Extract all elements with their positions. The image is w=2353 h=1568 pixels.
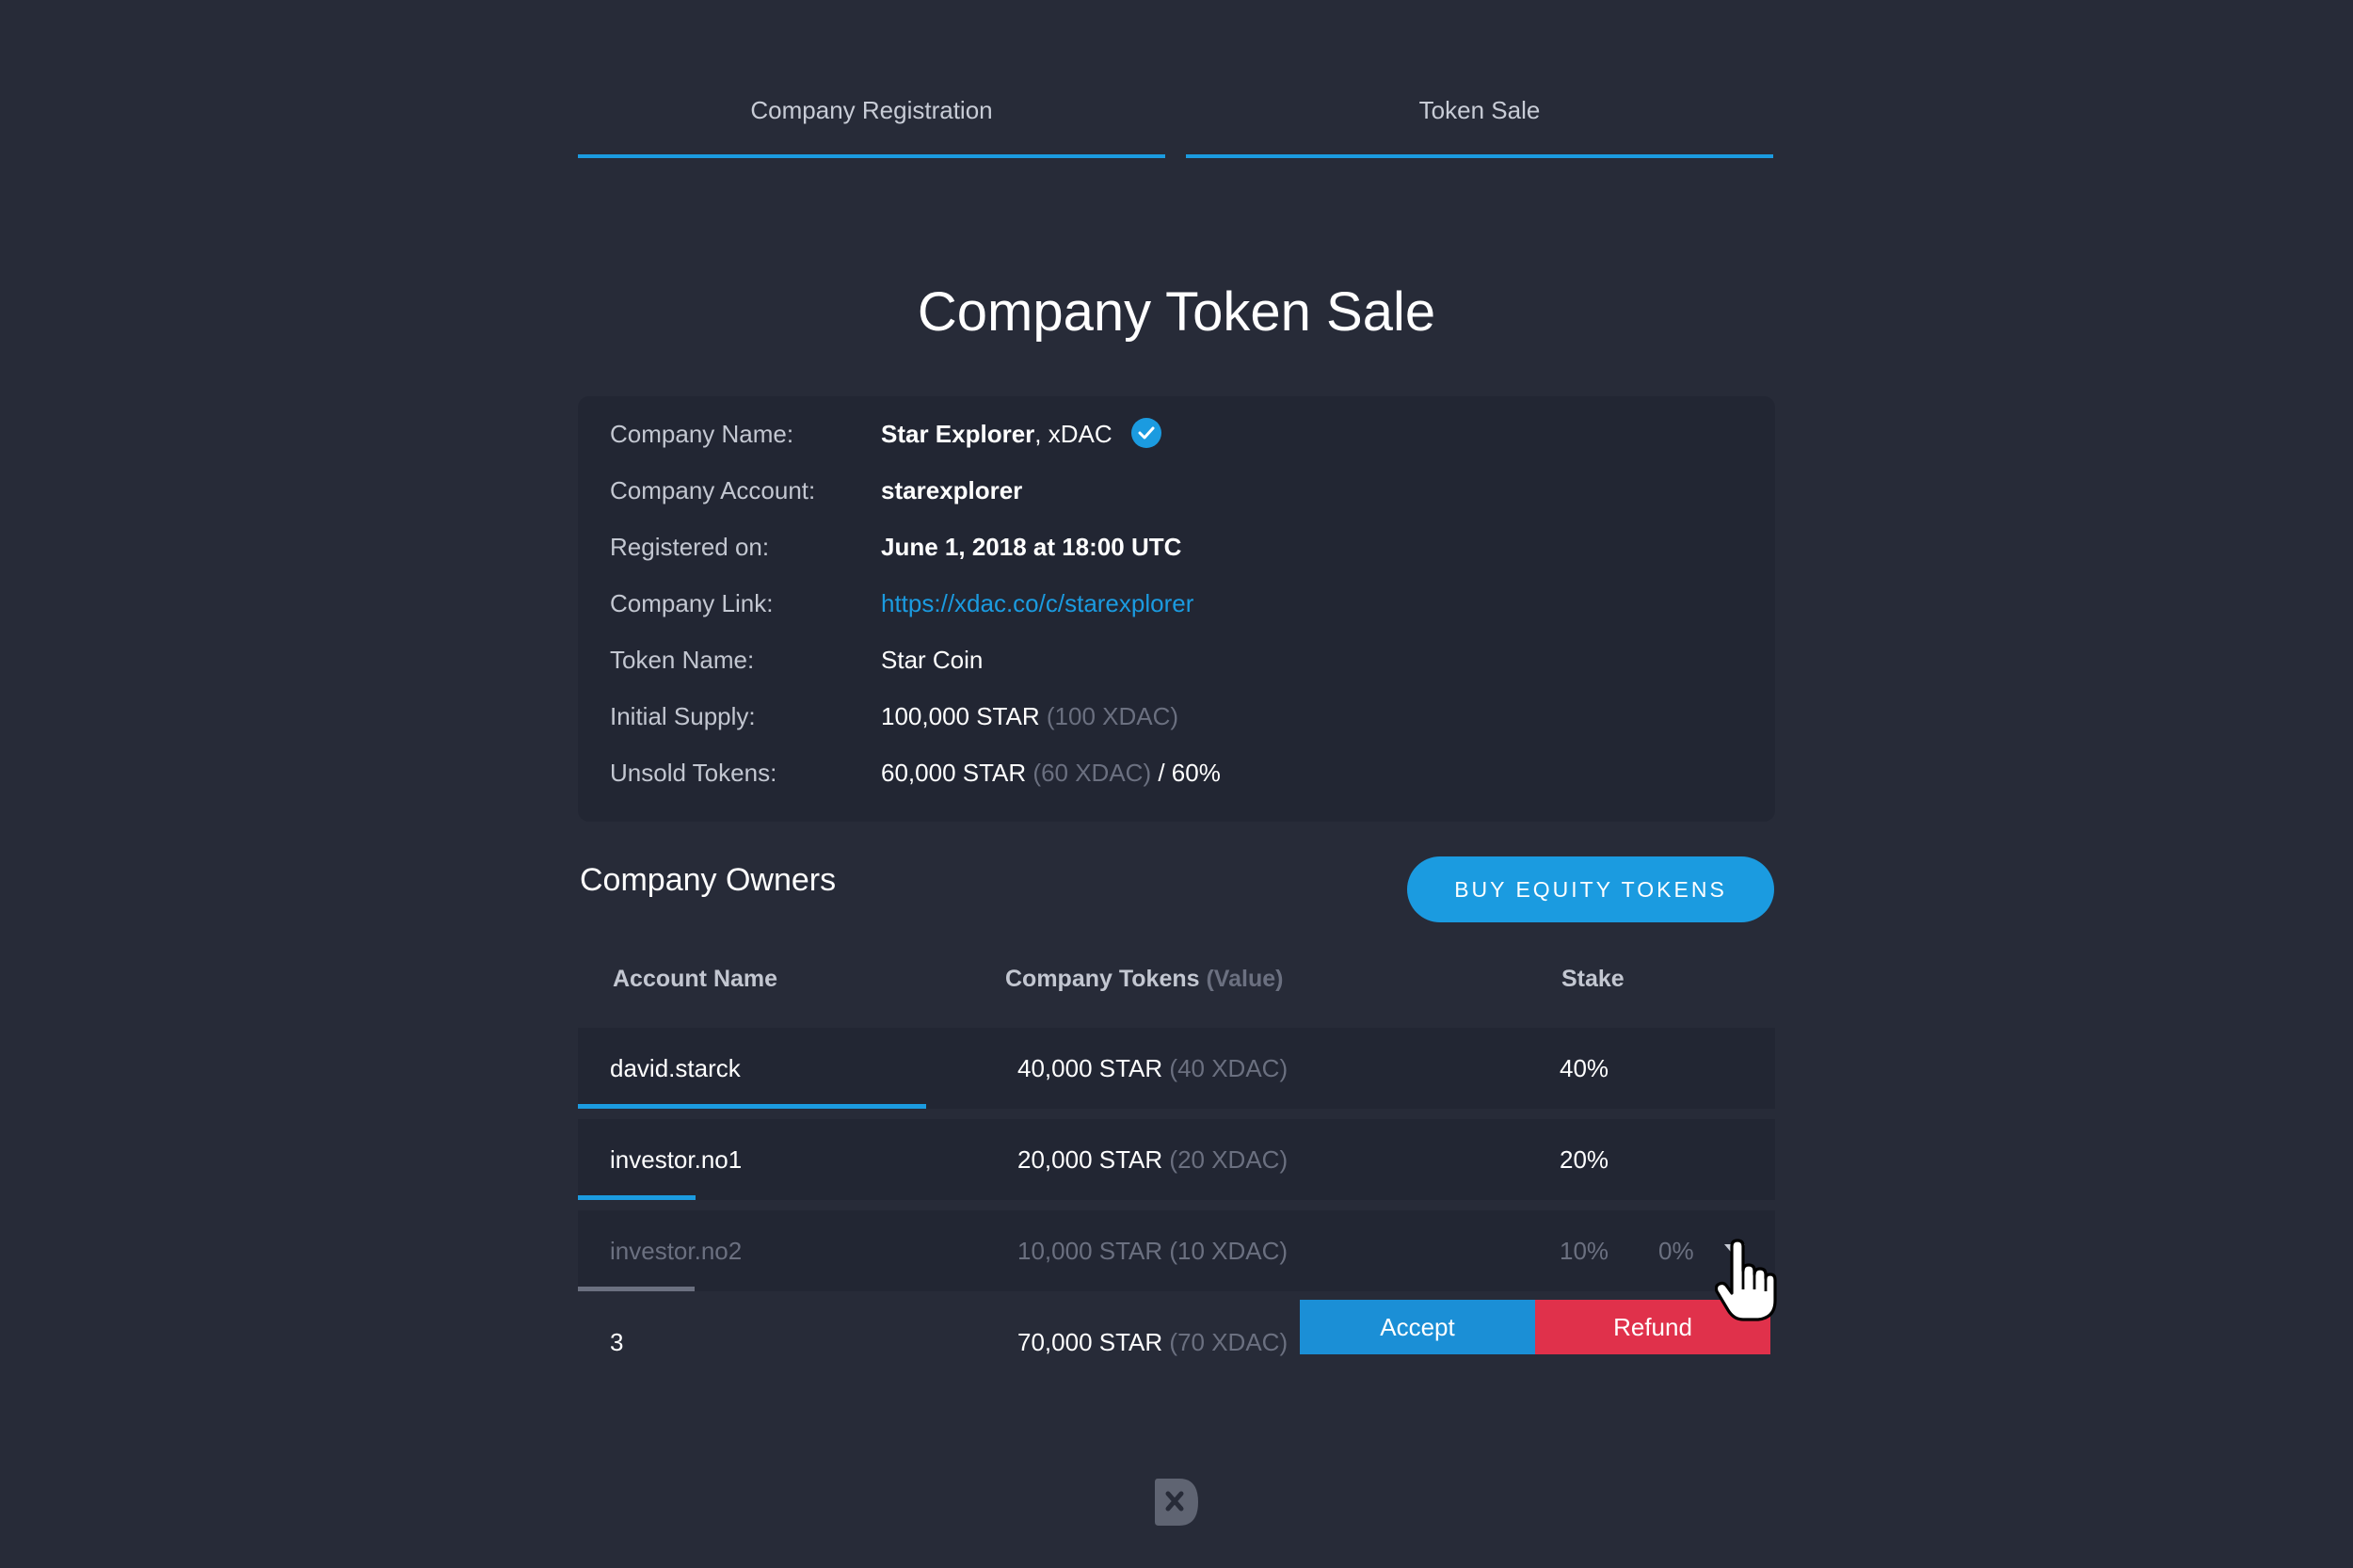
total-tokens: 70,000 STAR (70 XDAC): [1017, 1302, 1288, 1383]
owner-account-name: investor.no1: [610, 1145, 743, 1174]
owner-account-name: investor.no2: [610, 1237, 743, 1265]
company-account-value: starexplorer: [881, 476, 1023, 504]
owner-tokens: 20,000 STAR (20 XDAC): [1017, 1119, 1288, 1200]
table-row-pending[interactable]: investor.no2 10,000 STAR (10 XDAC) 10% 0…: [578, 1210, 1775, 1291]
registered-on-label: Registered on:: [610, 533, 770, 561]
registered-on-value: June 1, 2018 at 18:00 UTC: [881, 533, 1182, 561]
company-name-label: Company Name:: [610, 420, 794, 448]
owner-tokens-amount: 40,000 STAR: [1017, 1054, 1163, 1082]
unsold-tokens-label: Unsold Tokens:: [610, 759, 777, 787]
owner-tokens: 40,000 STAR (40 XDAC): [1017, 1028, 1288, 1109]
company-owners-title: Company Owners: [580, 862, 837, 898]
xdac-logo-icon: [1155, 1479, 1198, 1526]
owner-tokens-amount: 20,000 STAR: [1017, 1145, 1163, 1174]
company-link[interactable]: https://xdac.co/c/starexplorer: [881, 584, 1193, 622]
buy-equity-tokens-button[interactable]: BUY EQUITY TOKENS: [1407, 856, 1774, 922]
initial-supply-amount: 100,000 STAR: [881, 702, 1040, 730]
header-company-tokens-sub: (Value): [1206, 966, 1284, 992]
stake-bar: [578, 1104, 926, 1109]
owner-tokens-value: (20 XDAC): [1169, 1145, 1289, 1174]
initial-supply-label: Initial Supply:: [610, 702, 756, 730]
page-title: Company Token Sale: [917, 281, 1436, 343]
stake-bar: [578, 1287, 695, 1291]
header-company-tokens-label: Company Tokens: [1005, 966, 1200, 992]
company-name-value: Star Explorer, xDAC: [881, 415, 1161, 453]
hand-cursor-icon: [1715, 1239, 1777, 1321]
unsold-tokens-xdac: (60 XDAC): [1032, 759, 1152, 787]
owner-stake: 40%: [1560, 1054, 1609, 1082]
company-account-label: Company Account:: [610, 476, 816, 504]
header-stake: Stake: [1561, 966, 1625, 992]
accept-button[interactable]: Accept: [1300, 1300, 1535, 1354]
company-info-card: Company Name: Star Explorer, xDAC Compan…: [578, 396, 1775, 822]
header-company-tokens: Company Tokens (Value): [1005, 966, 1283, 993]
owner-tokens-value: (40 XDAC): [1169, 1054, 1289, 1082]
stake-bar: [578, 1195, 696, 1200]
verified-check-icon: [1130, 418, 1161, 449]
company-name-suffix: , xDAC: [1034, 420, 1112, 448]
unsold-tokens-pct: / 60%: [1158, 759, 1221, 787]
initial-supply-xdac: (100 XDAC): [1046, 702, 1179, 730]
table-row[interactable]: investor.no1 20,000 STAR (20 XDAC) 20%: [578, 1119, 1775, 1200]
header-account-name: Account Name: [613, 966, 778, 992]
owner-tokens: 10,000 STAR (10 XDAC): [1017, 1237, 1289, 1265]
total-tokens-amount: 70,000 STAR: [1017, 1328, 1163, 1356]
token-name-value: Star Coin: [881, 646, 984, 674]
owner-stake: 10%: [1560, 1237, 1609, 1265]
owner-pending-stake: 0%: [1658, 1237, 1694, 1265]
table-row[interactable]: david.starck 40,000 STAR (40 XDAC) 40%: [578, 1028, 1775, 1109]
company-name-bold: Star Explorer: [881, 420, 1035, 448]
tab-token-sale[interactable]: Token Sale: [1186, 75, 1773, 158]
unsold-tokens-amount: 60,000 STAR: [881, 759, 1027, 787]
company-link-label: Company Link:: [610, 589, 774, 617]
owner-count: 3: [610, 1328, 624, 1356]
owner-stake: 20%: [1560, 1145, 1609, 1174]
tab-company-registration[interactable]: Company Registration: [578, 75, 1165, 158]
owner-account-name: david.starck: [610, 1054, 741, 1082]
unsold-tokens-value: 60,000 STAR (60 XDAC) / 60%: [881, 754, 1221, 792]
token-name-label: Token Name:: [610, 646, 755, 674]
total-tokens-value: (70 XDAC): [1169, 1328, 1289, 1356]
initial-supply-value: 100,000 STAR (100 XDAC): [881, 697, 1178, 735]
